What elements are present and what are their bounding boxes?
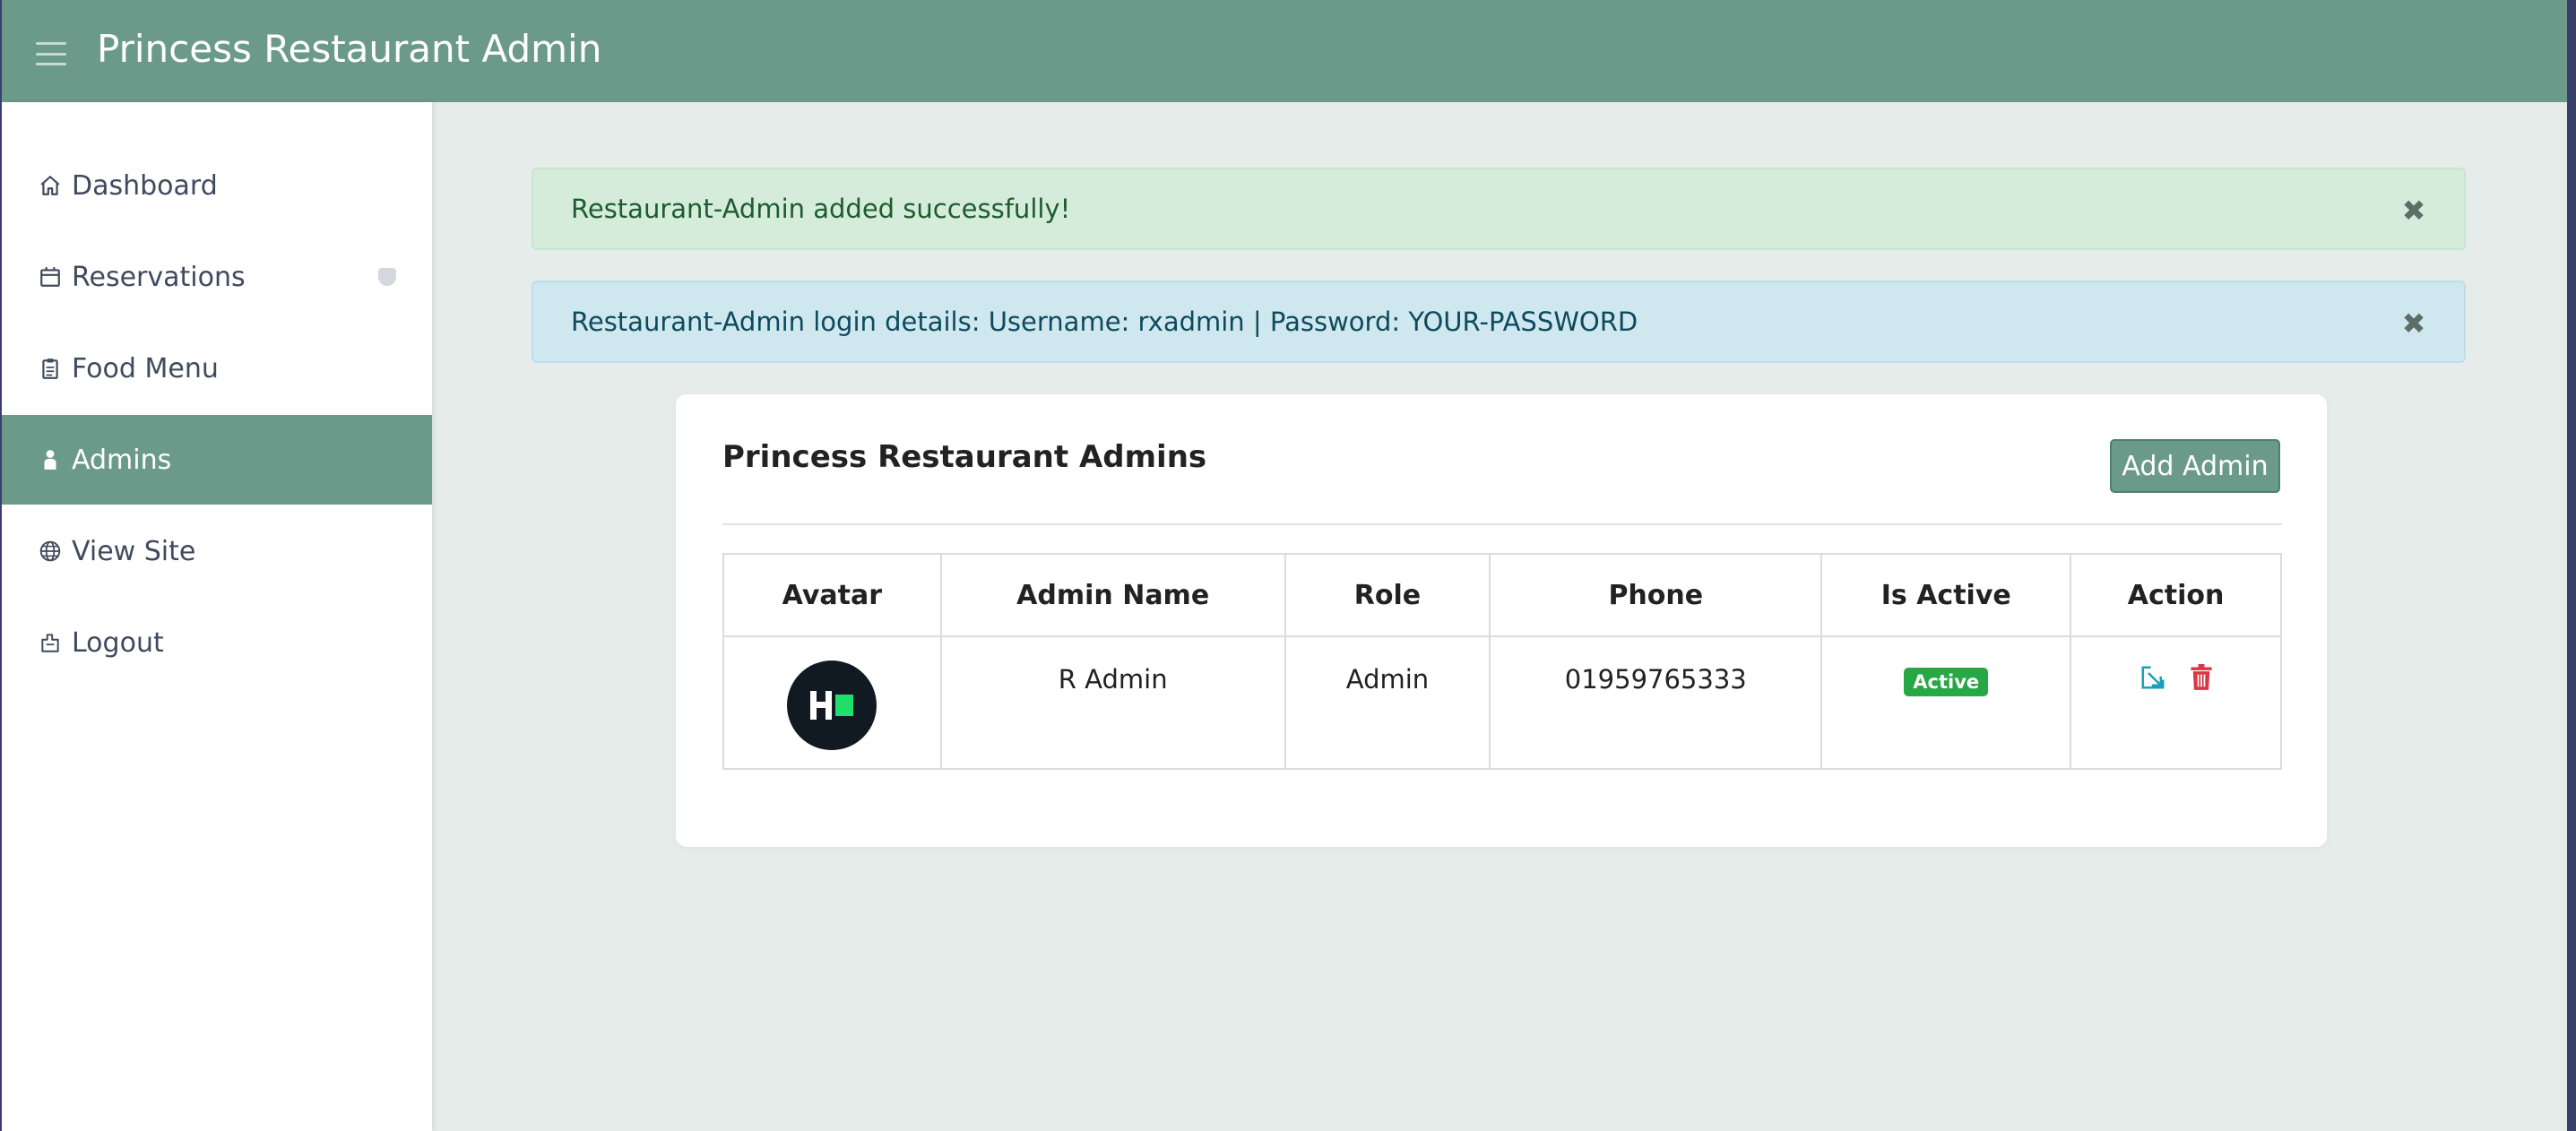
column-header-admin-name: Admin Name bbox=[939, 553, 1286, 637]
delete-icon[interactable] bbox=[2190, 664, 2213, 691]
sidebar-item-logout[interactable]: Logout bbox=[2, 598, 432, 687]
column-header-avatar: Avatar bbox=[722, 553, 942, 637]
home-icon bbox=[38, 173, 63, 198]
add-admin-button[interactable]: Add Admin bbox=[2110, 439, 2280, 493]
sidebar-item-label: Dashboard bbox=[72, 169, 218, 202]
sidebar-item-reservations[interactable]: Reservations bbox=[2, 232, 432, 322]
calendar-icon bbox=[38, 264, 63, 289]
phone-cell: 01959765333 bbox=[1489, 635, 1823, 770]
hamburger-icon[interactable] bbox=[36, 42, 66, 65]
close-icon[interactable]: ✖ bbox=[2399, 196, 2428, 225]
sidebar: Dashboard Reservations Food Menu Admins bbox=[2, 102, 432, 1131]
app-frame: Princess Restaurant Admin Dashboard Rese… bbox=[2, 0, 2567, 1131]
app-title: Princess Restaurant Admin bbox=[97, 27, 602, 71]
sidebar-item-food-menu[interactable]: Food Menu bbox=[2, 324, 432, 413]
success-alert-message: Restaurant-Admin added successfully! bbox=[571, 194, 1071, 224]
edit-icon[interactable] bbox=[2139, 664, 2166, 691]
sidebar-item-label: Food Menu bbox=[72, 352, 219, 384]
admins-card: Princess Restaurant Admins Add Admin Ava… bbox=[676, 394, 2327, 847]
sidebar-item-label: Admins bbox=[72, 444, 172, 476]
table-row: R Admin Admin 01959765333 Active bbox=[722, 635, 2282, 770]
success-alert: Restaurant-Admin added successfully! ✖ bbox=[532, 168, 2466, 250]
globe-icon bbox=[38, 539, 63, 564]
sidebar-item-dashboard[interactable]: Dashboard bbox=[2, 141, 432, 230]
sidebar-item-label: View Site bbox=[72, 535, 196, 567]
card-title: Princess Restaurant Admins bbox=[722, 439, 1207, 475]
avatar-cell bbox=[722, 635, 942, 770]
column-header-phone: Phone bbox=[1489, 553, 1823, 637]
admins-table: Avatar Admin Name Role Phone Is Active A… bbox=[722, 553, 2282, 770]
action-cell bbox=[2070, 635, 2282, 770]
table-header-row: Avatar Admin Name Role Phone Is Active A… bbox=[722, 553, 2282, 637]
role-cell: Admin bbox=[1284, 635, 1491, 770]
top-bar: Princess Restaurant Admin bbox=[2, 0, 2567, 102]
sidebar-item-label: Reservations bbox=[72, 261, 246, 293]
status-badge: Active bbox=[1904, 668, 1989, 696]
clipboard-icon bbox=[38, 356, 63, 381]
info-alert-message: Restaurant-Admin login details: Username… bbox=[571, 306, 1638, 337]
divider bbox=[722, 523, 2282, 525]
column-header-is-active: Is Active bbox=[1820, 553, 2072, 637]
shield-icon bbox=[378, 268, 396, 286]
logout-icon bbox=[38, 630, 63, 655]
sidebar-item-view-site[interactable]: View Site bbox=[2, 506, 432, 596]
column-header-action: Action bbox=[2070, 553, 2282, 637]
info-alert: Restaurant-Admin login details: Username… bbox=[532, 281, 2466, 363]
sidebar-item-label: Logout bbox=[72, 626, 164, 659]
admin-name-cell: R Admin bbox=[939, 635, 1286, 770]
sidebar-item-admins[interactable]: Admins bbox=[2, 415, 432, 505]
avatar bbox=[787, 660, 877, 750]
close-icon[interactable]: ✖ bbox=[2399, 309, 2428, 338]
column-header-role: Role bbox=[1284, 553, 1491, 637]
status-cell: Active bbox=[1820, 635, 2072, 770]
user-icon bbox=[38, 447, 63, 472]
